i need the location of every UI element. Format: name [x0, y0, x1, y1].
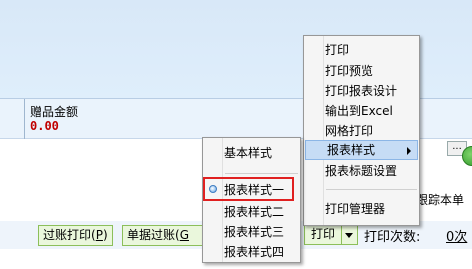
print-dropdown-button[interactable]: [342, 224, 358, 245]
column-divider: [24, 99, 25, 139]
menu-icon-gutter: [304, 36, 324, 225]
document-post-label: 单据过账(: [127, 228, 180, 242]
document-post-button[interactable]: 单据过账(G: [122, 225, 204, 246]
menu-item-grid-print[interactable]: 网格打印: [325, 121, 373, 141]
post-and-print-hotkey: P: [95, 228, 103, 242]
menu-item-report-title-settings[interactable]: 报表标题设置: [325, 161, 397, 181]
print-count-label: 打印次数:: [364, 230, 421, 245]
gift-amount-label: 赠品金额: [30, 105, 79, 119]
submenu-item-report-style-3[interactable]: 报表样式三: [224, 222, 284, 242]
post-and-print-label: 过账打印(: [43, 228, 96, 242]
post-and-print-button[interactable]: 过账打印(P): [38, 225, 113, 246]
menu-separator: [326, 189, 417, 190]
submenu-arrow-icon: [407, 147, 411, 155]
track-document-label[interactable]: 跟踪本单: [416, 191, 464, 208]
menu-item-report-style-label: 报表样式: [327, 143, 376, 157]
gift-amount-value: 0.00: [30, 119, 59, 133]
document-post-hotkey: G: [179, 228, 189, 242]
menu-item-print-manager[interactable]: 打印管理器: [325, 199, 385, 219]
menu-item-print[interactable]: 打印: [325, 40, 349, 60]
print-menu: 打印 打印预览 打印报表设计 输出到Excel 网格打印 报表样式 报表标题设置…: [303, 35, 420, 226]
menu-item-report-style[interactable]: 报表样式: [305, 140, 418, 160]
menu-item-export-excel[interactable]: 输出到Excel: [325, 101, 393, 121]
submenu-separator: [225, 173, 298, 174]
submenu-item-report-style-4[interactable]: 报表样式四: [224, 242, 284, 262]
post-and-print-close-paren: ): [102, 228, 108, 242]
print-button[interactable]: 打印: [304, 224, 342, 245]
chevron-down-icon: [345, 233, 353, 238]
submenu-item-basic-style[interactable]: 基本样式: [224, 143, 272, 163]
menu-item-print-report-design[interactable]: 打印报表设计: [325, 81, 397, 101]
submenu-item-report-style-2[interactable]: 报表样式二: [224, 202, 284, 222]
menu-item-print-preview[interactable]: 打印预览: [325, 61, 373, 81]
highlight-annotation-box: [203, 177, 294, 201]
print-count-value[interactable]: 0次: [446, 226, 467, 245]
